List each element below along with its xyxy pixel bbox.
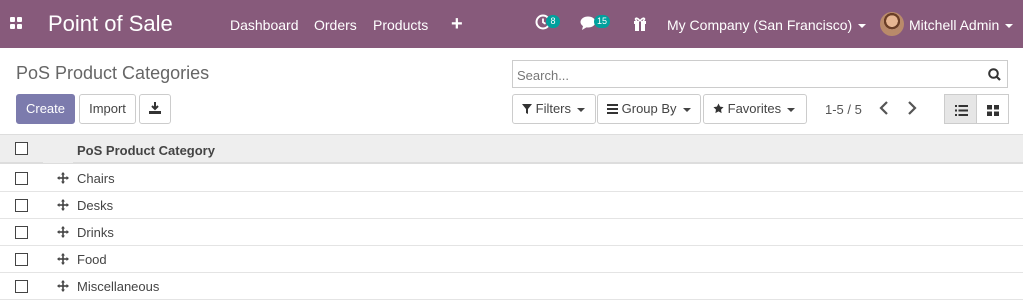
category-name: Drinks: [77, 225, 114, 240]
groupby-dropdown[interactable]: Group By: [597, 94, 701, 124]
table-header: PoS Product Category: [0, 134, 1023, 164]
category-name: Miscellaneous: [77, 279, 160, 294]
category-name: Chairs: [77, 171, 115, 186]
app-brand[interactable]: Point of Sale: [48, 10, 173, 38]
star-icon: [713, 101, 724, 116]
favorites-label: Favorites: [727, 101, 782, 116]
gift-icon[interactable]: [633, 16, 647, 34]
row-checkbox[interactable]: [15, 199, 28, 212]
chevron-right-icon[interactable]: [907, 101, 917, 117]
select-all-checkbox[interactable]: [15, 142, 28, 155]
activity-badge: 8: [546, 15, 560, 28]
drag-handle-icon[interactable]: [57, 253, 69, 265]
search-bar: [512, 60, 1008, 88]
menu-orders[interactable]: Orders: [314, 17, 357, 33]
list-view-icon: [955, 104, 968, 119]
avatar[interactable]: [880, 12, 904, 36]
row-checkbox[interactable]: [15, 226, 28, 239]
search-input[interactable]: [517, 65, 977, 85]
chevron-down-icon: [577, 107, 586, 112]
chevron-left-icon[interactable]: [879, 101, 889, 117]
handle-column-header: [43, 135, 73, 163]
groupby-icon: [607, 101, 618, 116]
menu-products[interactable]: Products: [373, 17, 428, 33]
category-name: Desks: [77, 198, 114, 213]
groupby-label: Group By: [621, 101, 677, 116]
column-header-category[interactable]: PoS Product Category: [77, 143, 215, 158]
plus-icon[interactable]: +: [451, 13, 463, 35]
kanban-view-icon: [987, 104, 999, 119]
table-row[interactable]: Desks: [0, 192, 1023, 219]
chevron-down-icon: [858, 24, 867, 29]
user-menu[interactable]: Mitchell Admin: [909, 17, 1014, 33]
import-button[interactable]: Import: [79, 94, 136, 124]
table-row[interactable]: Food: [0, 246, 1023, 273]
chevron-down-icon: [682, 107, 691, 112]
chevron-down-icon: [1005, 24, 1014, 29]
filter-icon: [522, 101, 532, 116]
drag-handle-icon[interactable]: [57, 226, 69, 238]
table-row[interactable]: Drinks: [0, 219, 1023, 246]
row-checkbox[interactable]: [15, 172, 28, 185]
kanban-view-button[interactable]: [976, 94, 1009, 124]
company-switcher[interactable]: My Company (San Francisco): [667, 17, 867, 33]
list-view-button[interactable]: [944, 94, 977, 124]
top-navbar: Point of Sale Dashboard Orders Products …: [0, 0, 1023, 48]
row-checkbox[interactable]: [15, 280, 28, 293]
drag-handle-icon[interactable]: [57, 280, 69, 292]
drag-handle-icon[interactable]: [57, 199, 69, 211]
category-name: Food: [77, 252, 107, 267]
drag-handle-icon[interactable]: [57, 172, 69, 184]
table-row[interactable]: Miscellaneous: [0, 273, 1023, 300]
favorites-dropdown[interactable]: Favorites: [703, 94, 807, 124]
create-button[interactable]: Create: [16, 94, 75, 124]
table-row[interactable]: Chairs: [0, 165, 1023, 192]
company-name: My Company (San Francisco): [667, 17, 853, 33]
filters-label: Filters: [535, 101, 572, 116]
apps-menu-icon[interactable]: [10, 17, 23, 30]
row-checkbox[interactable]: [15, 253, 28, 266]
pager-value[interactable]: 1-5 / 5: [825, 102, 862, 118]
download-button[interactable]: [139, 94, 171, 124]
messages-badge: 15: [594, 15, 611, 28]
user-name: Mitchell Admin: [909, 17, 1000, 33]
filters-dropdown[interactable]: Filters: [512, 94, 596, 124]
chevron-down-icon: [787, 107, 796, 112]
search-icon[interactable]: [988, 68, 1001, 81]
page-title: PoS Product Categories: [16, 63, 210, 83]
menu-dashboard[interactable]: Dashboard: [230, 17, 299, 33]
download-icon: [149, 101, 161, 116]
